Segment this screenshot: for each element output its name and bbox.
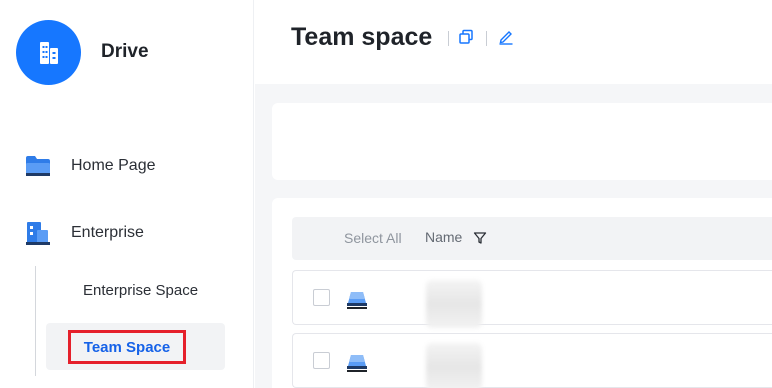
building-icon bbox=[25, 220, 51, 246]
select-all-button[interactable]: Select All bbox=[344, 230, 402, 246]
table-row[interactable] bbox=[292, 333, 772, 388]
folder-icon bbox=[25, 153, 51, 179]
sidebar-item-enterprise[interactable]: Enterprise bbox=[0, 213, 254, 253]
row-checkbox[interactable] bbox=[313, 352, 330, 369]
row-checkbox[interactable] bbox=[313, 289, 330, 306]
building-logo-icon bbox=[39, 41, 58, 64]
sidebar-item-label: Enterprise bbox=[71, 224, 144, 241]
table-header: Select All Name bbox=[292, 217, 772, 260]
tree-connector-line bbox=[35, 266, 36, 376]
file-name bbox=[426, 280, 482, 328]
table-row[interactable] bbox=[292, 270, 772, 328]
page-title: Team space bbox=[291, 23, 433, 51]
drive-disk-icon bbox=[345, 350, 369, 374]
page-header: Team space bbox=[255, 0, 772, 84]
filter-icon[interactable] bbox=[473, 231, 487, 245]
edit-icon[interactable] bbox=[497, 28, 515, 46]
copy-icon[interactable] bbox=[457, 28, 475, 46]
sidebar-subitem-label: Team Space bbox=[83, 338, 171, 356]
main-content: Team space Select All Name bbox=[255, 0, 772, 388]
toolbar-panel bbox=[272, 103, 772, 180]
header-divider bbox=[486, 31, 487, 46]
sidebar: Drive Home Page Enterprise Enterprise Sp… bbox=[0, 0, 254, 388]
name-column-header[interactable]: Name bbox=[425, 229, 462, 245]
file-name bbox=[426, 343, 482, 388]
sidebar-subitem-enterprise-space[interactable]: Enterprise Space bbox=[83, 282, 198, 299]
sidebar-item-label: Home Page bbox=[71, 157, 156, 174]
sidebar-subitem-team-space[interactable]: Team Space bbox=[68, 330, 186, 364]
sidebar-item-home-page[interactable]: Home Page bbox=[0, 146, 254, 186]
header-divider bbox=[448, 31, 449, 46]
file-list-panel: Select All Name bbox=[272, 198, 772, 388]
app-logo bbox=[16, 20, 81, 85]
app-name: Drive bbox=[101, 41, 149, 62]
drive-disk-icon bbox=[345, 287, 369, 311]
